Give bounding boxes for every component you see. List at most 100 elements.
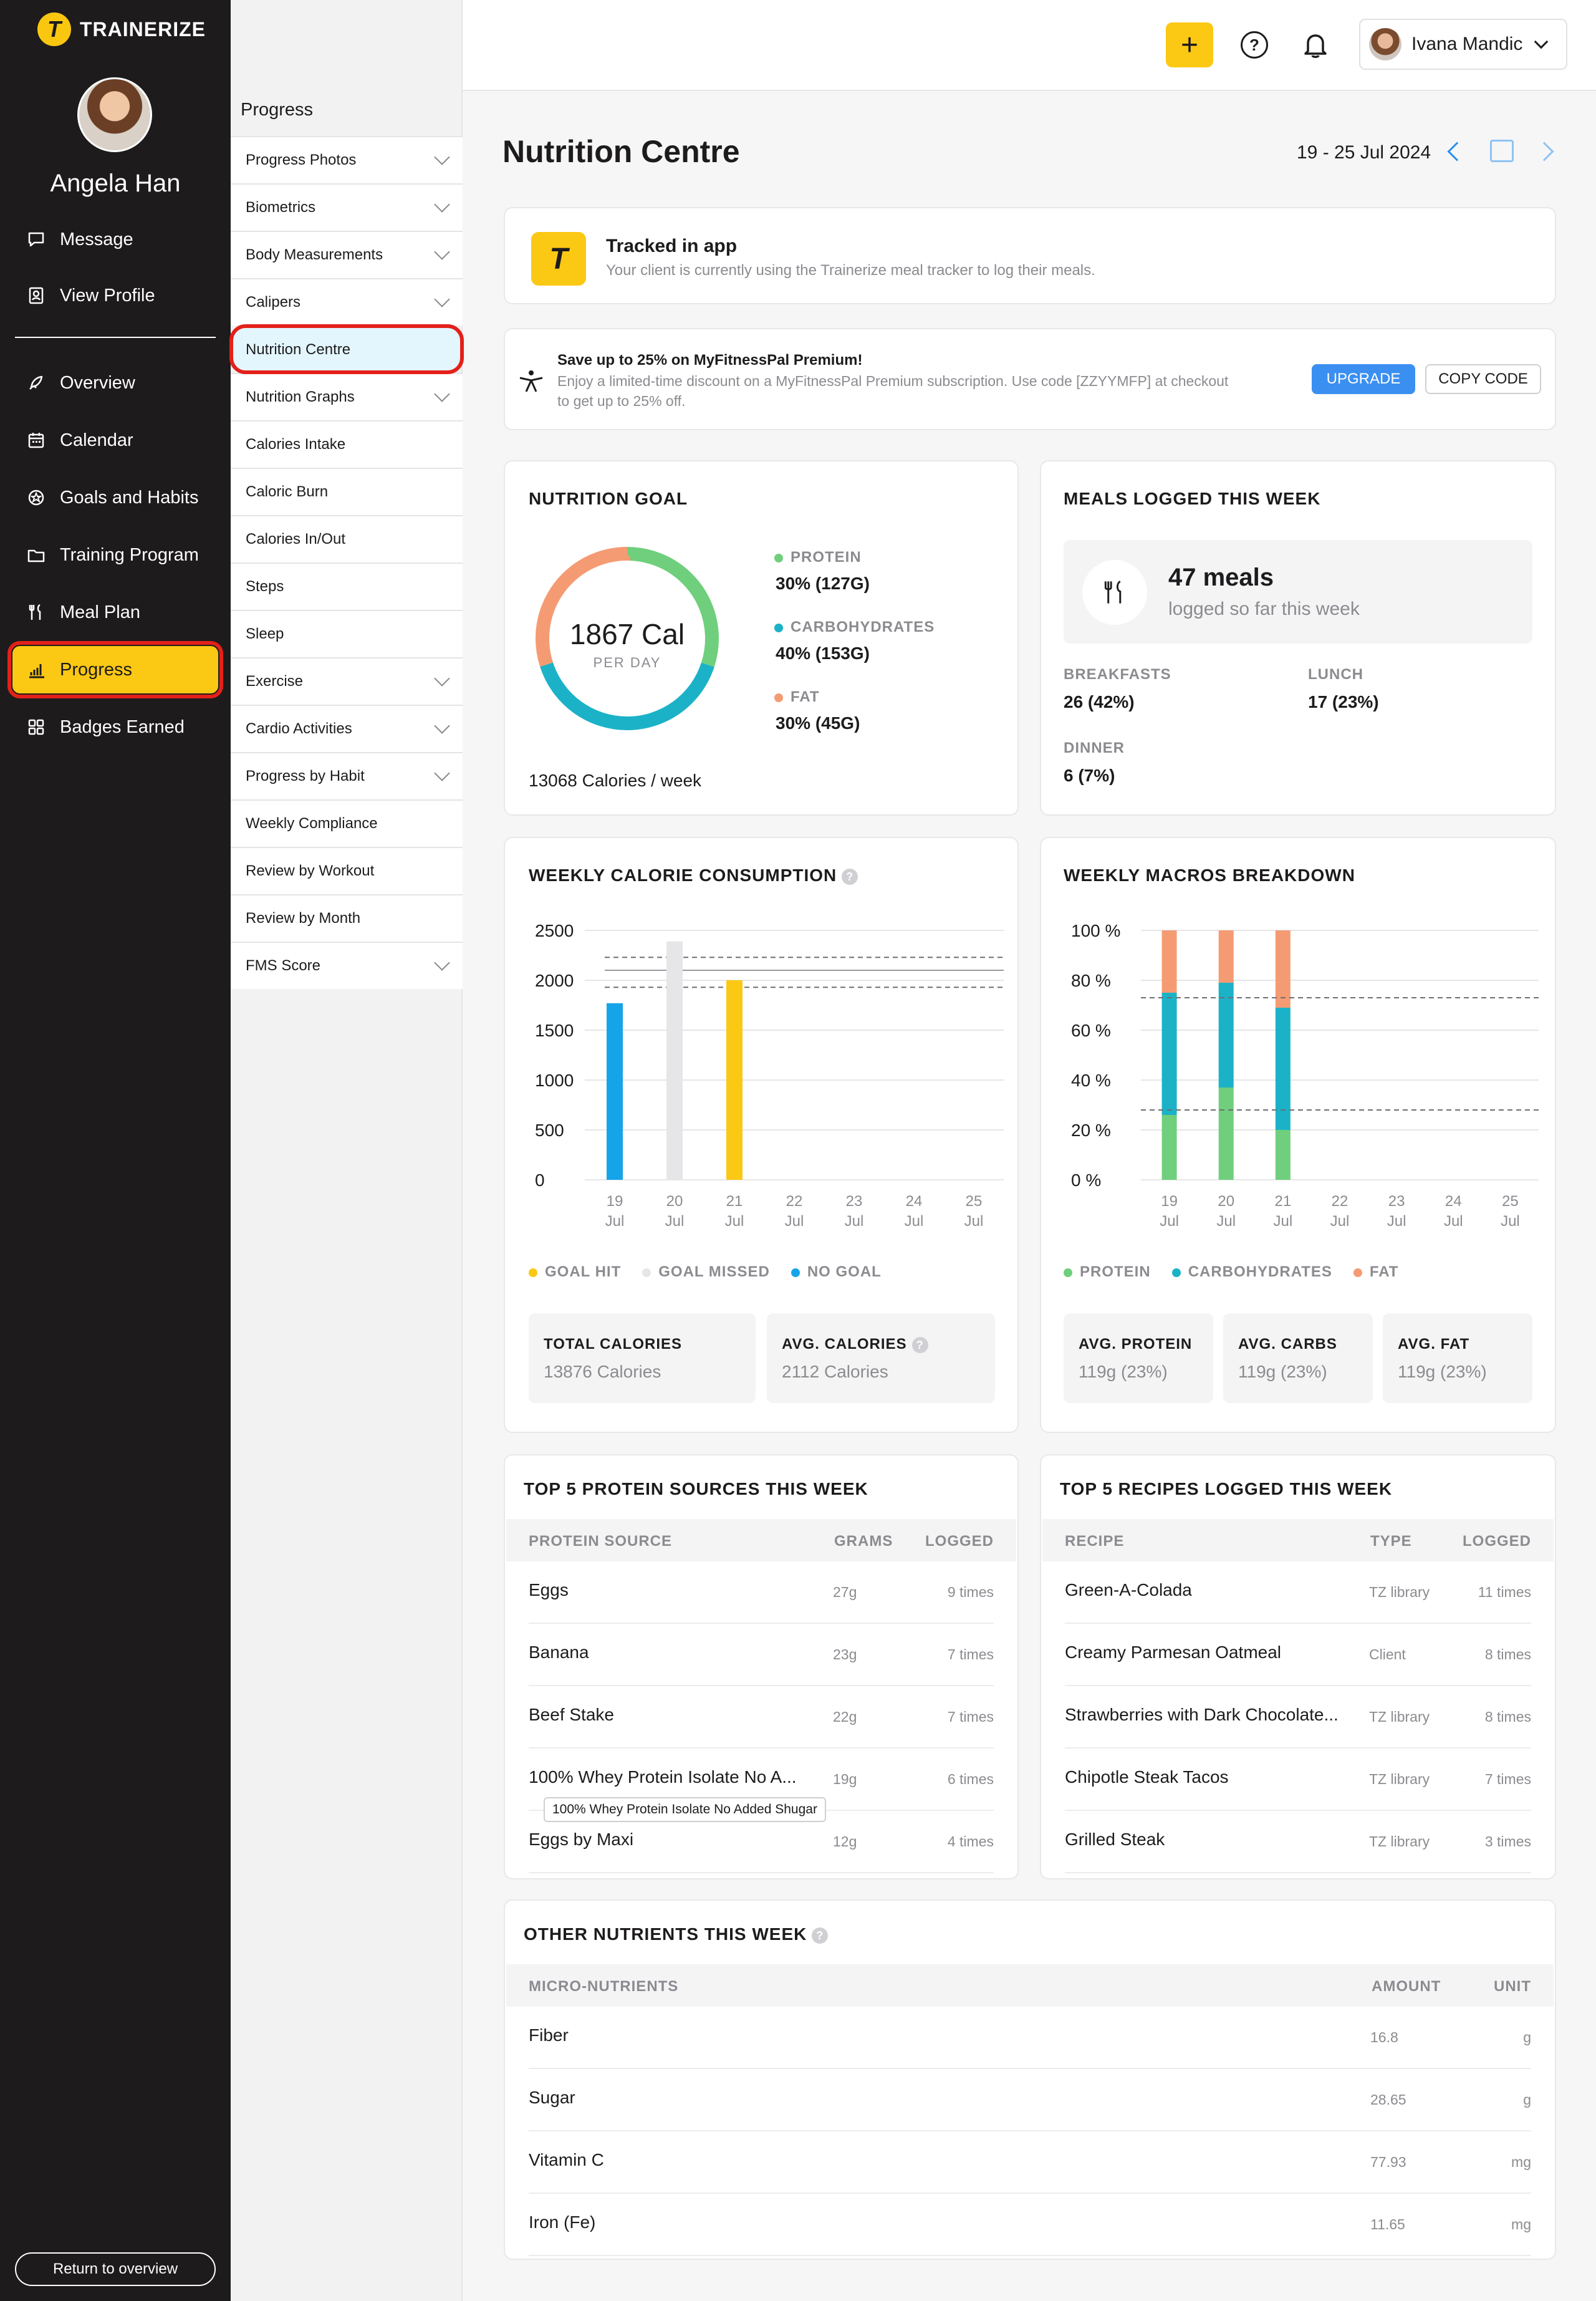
table-row[interactable]: Strawberries with Dark Chocolate... TZ li…	[1065, 1686, 1531, 1749]
meals-logged-card: MEALS LOGGED THIS WEEK 47 meals logged s…	[1040, 460, 1556, 816]
chevron-right-icon[interactable]	[1534, 142, 1554, 162]
macro-bar-fat[interactable]	[1275, 930, 1291, 1008]
account-name: Ivana Mandic	[1411, 34, 1523, 54]
dinner-label: DINNER	[1064, 740, 1125, 756]
notification-bell-icon[interactable]	[1302, 30, 1329, 60]
help-icon[interactable]: ?	[1241, 31, 1268, 59]
subnav-item[interactable]: Progress by Habit	[231, 752, 463, 799]
dinner-value: 6 (7%)	[1064, 766, 1115, 785]
subnav-item[interactable]: Calories Intake	[231, 420, 463, 468]
subnav-item[interactable]: Weekly Compliance	[231, 799, 463, 847]
table-row[interactable]: Creamy Parmesan Oatmeal Client 8 times	[1065, 1624, 1531, 1686]
copy-code-button[interactable]: COPY CODE	[1425, 364, 1541, 394]
calorie-legend: GOAL HIT GOAL MISSED NO GOAL	[529, 1263, 882, 1281]
chevron-left-icon[interactable]	[1447, 142, 1467, 162]
subnav-item[interactable]: Steps	[231, 562, 463, 610]
macro-bar-carbohydrates[interactable]	[1275, 1008, 1291, 1130]
row-type: TZ library	[1369, 1771, 1430, 1787]
table-row[interactable]: Banana 23g 7 times	[529, 1624, 994, 1686]
subnav-item[interactable]: Progress Photos	[231, 136, 463, 183]
macro-bar-carbohydrates[interactable]	[1218, 983, 1234, 1088]
subnav-item[interactable]: Nutrition Centre	[229, 324, 464, 374]
table-row[interactable]: Eggs 27g 9 times	[529, 1561, 994, 1624]
table-row[interactable]: Sugar 28.65 g	[529, 2069, 1531, 2131]
table-row[interactable]: Vitamin C 77.93 mg	[529, 2131, 1531, 2194]
subnav-item[interactable]: Caloric Burn	[231, 468, 463, 515]
column-header: AMOUNT	[1372, 1978, 1441, 1995]
info-icon[interactable]: ?	[842, 868, 858, 885]
sidebar-item-meal-plan[interactable]: Meal Plan	[12, 589, 218, 636]
upgrade-button[interactable]: UPGRADE	[1312, 364, 1415, 394]
subnav-item-label: Calories In/Out	[246, 531, 346, 548]
table-row[interactable]: Iron (Fe) 11.65 mg	[529, 2194, 1531, 2256]
sidebar-item-label: Overview	[60, 372, 135, 393]
table-row[interactable]: Grilled Steak TZ library 3 times	[1065, 1811, 1531, 1873]
x-tick-label: 23	[1388, 1193, 1405, 1210]
subnav-item[interactable]: Review by Month	[231, 894, 463, 942]
x-tick-label: 20	[1218, 1193, 1234, 1210]
table-row[interactable]: Beef Stake 22g 7 times	[529, 1686, 994, 1749]
subnav-item[interactable]: Sleep	[231, 610, 463, 657]
x-tick-label: Jul	[1501, 1213, 1520, 1230]
subnav-item[interactable]: FMS Score	[231, 942, 463, 989]
info-icon[interactable]: ?	[812, 1927, 829, 1944]
return-to-overview-button[interactable]: Return to overview	[15, 2252, 216, 2286]
row-name: 100% Whey Protein Isolate No A...	[529, 1767, 797, 1787]
account-menu[interactable]: Ivana Mandic	[1359, 19, 1567, 70]
sidebar-item-overview[interactable]: Overview	[12, 359, 218, 407]
macro-bar-protein[interactable]	[1161, 1115, 1177, 1180]
sidebar-item-progress[interactable]: Progress	[7, 641, 223, 698]
table-row[interactable]: Chipotle Steak Tacos TZ library 7 times	[1065, 1749, 1531, 1811]
calorie-bar[interactable]	[666, 941, 683, 1180]
calorie-bar[interactable]	[726, 980, 743, 1180]
trainerize-logo-icon: T	[37, 12, 71, 46]
add-button[interactable]: +	[1166, 22, 1213, 67]
row-amount: 28.65	[1370, 2091, 1406, 2108]
sidebar-item-badges-earned[interactable]: Badges Earned	[12, 703, 218, 751]
subnav-item[interactable]: Exercise	[231, 657, 463, 705]
x-tick-label: 25	[1502, 1193, 1519, 1210]
macro-bar-fat[interactable]	[1161, 930, 1177, 993]
macro-bar-protein[interactable]	[1275, 1130, 1291, 1180]
macro-bar-fat[interactable]	[1218, 930, 1234, 983]
sidebar-item-message[interactable]: Message	[12, 216, 218, 263]
table-row[interactable]: Green-A-Colada TZ library 11 times	[1065, 1561, 1531, 1624]
macros-stacked-bar-chart: 100 % 80 % 60 % 40 % 20 % 0 % 19 Jul 20 Jul 21 Jul 2…	[1071, 921, 1539, 1230]
calorie-bar[interactable]	[607, 1003, 623, 1180]
y-tick-label: 20 %	[1071, 1121, 1111, 1140]
sidebar-item-training-program[interactable]: Training Program	[12, 531, 218, 579]
subnav-item[interactable]: Calories In/Out	[231, 515, 463, 562]
subnav-item[interactable]: Review by Workout	[231, 847, 463, 894]
info-icon[interactable]: ?	[911, 1336, 928, 1353]
subnav-item[interactable]: Body Measurements	[231, 231, 463, 278]
subnav-item[interactable]: Biometrics	[231, 183, 463, 231]
row-logged: 7 times	[947, 1709, 994, 1725]
trainerize-logo-icon: T	[531, 232, 586, 286]
macro-bar-carbohydrates[interactable]	[1161, 993, 1177, 1115]
table-row[interactable]: Fiber 16.8 g	[529, 2007, 1531, 2069]
x-tick-label: 22	[786, 1193, 803, 1210]
account-avatar	[1369, 28, 1401, 60]
calendar-picker-icon[interactable]	[1490, 140, 1514, 162]
chevron-down-icon	[434, 955, 450, 971]
subnav-item[interactable]: Calipers	[231, 278, 463, 326]
sidebar-item-calendar[interactable]: Calendar	[12, 417, 218, 464]
macros-legend: PROTEIN CARBOHYDRATES FAT	[1064, 1263, 1398, 1281]
sidebar-item-view-profile[interactable]: View Profile	[12, 272, 218, 319]
legend-no-goal: NO GOAL	[791, 1263, 882, 1281]
row-unit: g	[1523, 2091, 1531, 2108]
avg-protein-stat: AVG. PROTEIN 119g (23%)	[1064, 1313, 1213, 1403]
chevron-down-icon	[434, 149, 450, 165]
subnav-item[interactable]: Cardio Activities	[231, 705, 463, 752]
sidebar-item-goals-and-habits[interactable]: Goals and Habits	[12, 474, 218, 521]
avg-carbs-stat: AVG. CARBS 119g (23%)	[1223, 1313, 1373, 1403]
promo-text: Enjoy a limited-time discount on a MyFit…	[557, 373, 1229, 389]
subnav-item-label: Calories Intake	[246, 436, 346, 453]
row-name: Vitamin C	[529, 2150, 604, 2169]
brand-logo[interactable]: T TRAINERIZE	[37, 12, 206, 46]
tracked-title: Tracked in app	[606, 236, 738, 256]
subnav-item[interactable]: Nutrition Graphs	[231, 373, 463, 420]
card-title: TOP 5 RECIPES LOGGED THIS WEEK	[1060, 1479, 1393, 1498]
x-tick-label: 23	[846, 1193, 863, 1210]
macro-bar-protein[interactable]	[1218, 1088, 1234, 1180]
